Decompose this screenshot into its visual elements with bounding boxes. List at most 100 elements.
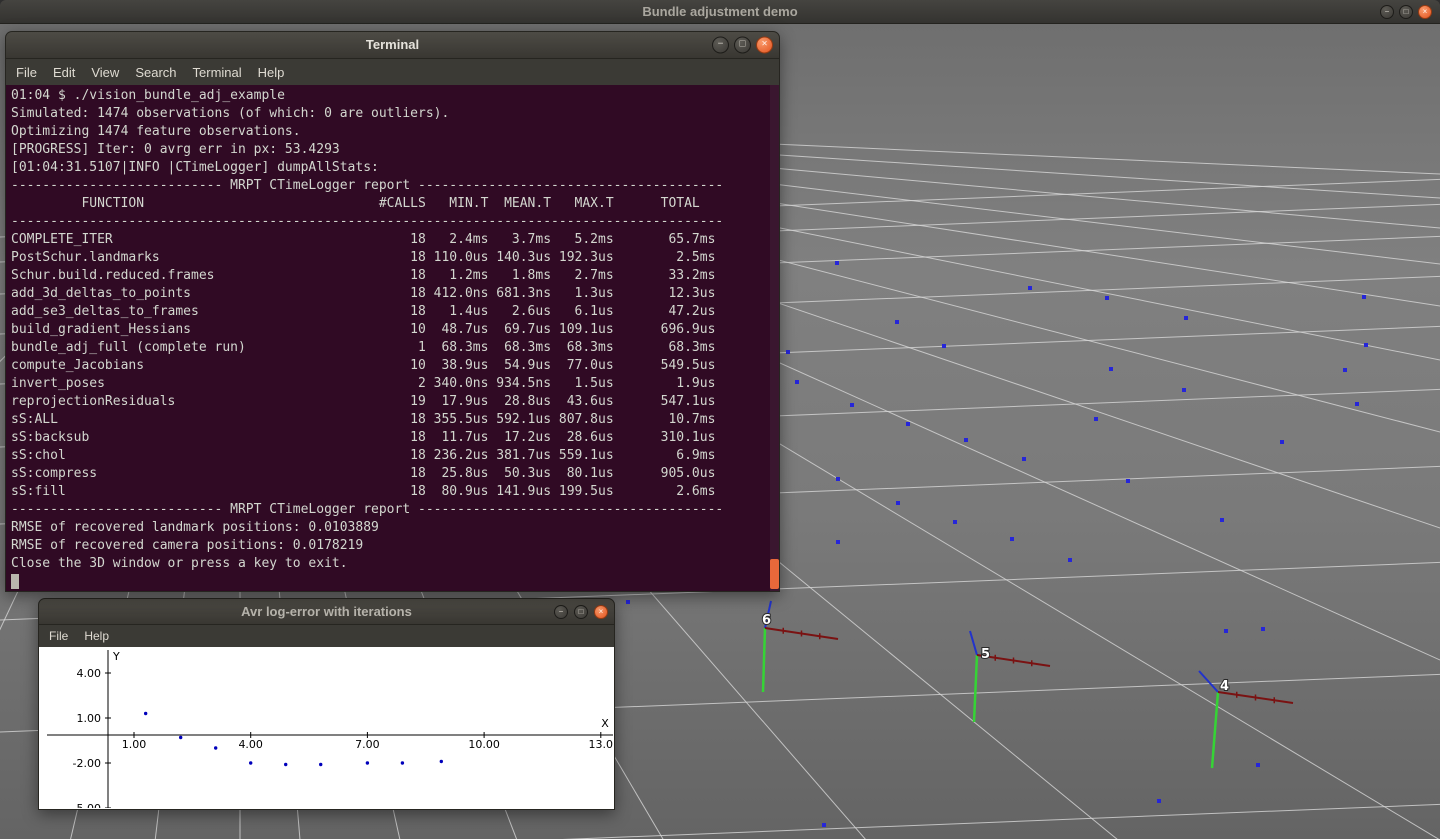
x-tick-label: 10.00 xyxy=(468,738,500,751)
y-axis-label: Y xyxy=(112,650,120,663)
landmark-point xyxy=(1157,799,1161,803)
data-point xyxy=(366,761,369,764)
landmark-point xyxy=(1182,388,1186,392)
landmark-point xyxy=(1109,367,1113,371)
data-point xyxy=(214,746,217,749)
landmark-point xyxy=(1068,558,1072,562)
menu-item-terminal[interactable]: Terminal xyxy=(185,65,250,80)
plot-title: Avr log-error with iterations xyxy=(241,604,412,619)
camera-axis-blue xyxy=(1199,671,1218,692)
terminal-titlebar[interactable]: Terminal − □ × xyxy=(5,31,780,59)
terminal-line: build_gradient_Hessians 10 48.7us 69.7us… xyxy=(11,321,779,339)
main-window: Bundle adjustment demo − □ × 654 Termina… xyxy=(0,0,1440,839)
terminal-title: Terminal xyxy=(366,37,419,52)
terminal-output: 01:04 $ ./vision_bundle_adj_exampleSimul… xyxy=(11,87,779,591)
camera-axis-green xyxy=(763,628,765,692)
minimize-icon[interactable]: − xyxy=(554,605,568,619)
plot-canvas[interactable]: 1.004.007.0010.0013.04.001.00-2.00-5.00Y… xyxy=(39,647,614,808)
landmark-point xyxy=(1220,518,1224,522)
landmark-point xyxy=(1343,368,1347,372)
landmark-point xyxy=(836,477,840,481)
x-tick-label: 13.0 xyxy=(589,738,614,751)
terminal-line: compute_Jacobians 10 38.9us 54.9us 77.0u… xyxy=(11,357,779,375)
landmark-point xyxy=(835,261,839,265)
terminal-line: --------------------------- MRPT CTimeLo… xyxy=(11,501,779,519)
landmark-point xyxy=(964,438,968,442)
landmark-point xyxy=(895,320,899,324)
landmark-point xyxy=(896,501,900,505)
data-point xyxy=(144,712,147,715)
terminal-line: sS:chol 18 236.2us 381.7us 559.1us 6.9ms xyxy=(11,447,779,465)
plot-menubar: FileHelp xyxy=(38,625,615,647)
plot-window: Avr log-error with iterations − □ × File… xyxy=(38,598,615,810)
menu-item-file[interactable]: File xyxy=(41,629,76,643)
terminal-line: COMPLETE_ITER 18 2.4ms 3.7ms 5.2ms 65.7m… xyxy=(11,231,779,249)
terminal-line: sS:fill 18 80.9us 141.9us 199.5us 2.6ms xyxy=(11,483,779,501)
y-tick-label: -5.00 xyxy=(73,802,101,808)
terminal-line: sS:backsub 18 11.7us 17.2us 28.6us 310.1… xyxy=(11,429,779,447)
y-tick-label: -2.00 xyxy=(73,757,101,770)
menu-item-help[interactable]: Help xyxy=(250,65,293,80)
minimize-icon[interactable]: − xyxy=(1380,5,1394,19)
terminal-line: [PROGRESS] Iter: 0 avrg err in px: 53.42… xyxy=(11,141,779,159)
plot-content: 1.004.007.0010.0013.04.001.00-2.00-5.00Y… xyxy=(38,647,615,810)
main-window-titlebar[interactable]: Bundle adjustment demo − □ × xyxy=(0,0,1440,24)
terminal-scrollbar[interactable] xyxy=(770,85,779,591)
close-icon[interactable]: × xyxy=(756,37,773,54)
landmark-point xyxy=(1224,629,1228,633)
landmark-point xyxy=(1364,343,1368,347)
menu-item-file[interactable]: File xyxy=(8,65,45,80)
main-window-title: Bundle adjustment demo xyxy=(642,4,797,19)
landmark-point xyxy=(786,350,790,354)
data-point xyxy=(440,760,443,763)
x-tick-label: 7.00 xyxy=(355,738,380,751)
camera-axis-blue xyxy=(970,631,977,655)
terminal-line: sS:compress 18 25.8us 50.3us 80.1us 905.… xyxy=(11,465,779,483)
landmark-point xyxy=(1362,295,1366,299)
x-tick-label: 1.00 xyxy=(122,738,147,751)
camera-frame-label: 5 xyxy=(981,647,990,662)
landmark-point xyxy=(1261,627,1265,631)
landmark-point xyxy=(1028,286,1032,290)
menu-item-help[interactable]: Help xyxy=(76,629,117,643)
minimize-icon[interactable]: − xyxy=(712,37,729,54)
terminal-scrollbar-thumb[interactable] xyxy=(770,559,779,589)
menu-item-view[interactable]: View xyxy=(83,65,127,80)
landmark-point xyxy=(1256,763,1260,767)
maximize-icon[interactable]: □ xyxy=(734,37,751,54)
terminal-line: PostSchur.landmarks 18 110.0us 140.3us 1… xyxy=(11,249,779,267)
landmark-point xyxy=(1126,479,1130,483)
landmark-point xyxy=(836,540,840,544)
terminal-window: Terminal − □ × FileEditViewSearchTermina… xyxy=(5,31,780,592)
terminal-line: ----------------------------------------… xyxy=(11,213,779,231)
terminal-line: RMSE of recovered camera positions: 0.01… xyxy=(11,537,779,555)
landmark-point xyxy=(906,422,910,426)
plot-titlebar[interactable]: Avr log-error with iterations − □ × xyxy=(38,598,615,625)
terminal-line: 01:04 $ ./vision_bundle_adj_example xyxy=(11,87,779,105)
close-icon[interactable]: × xyxy=(1418,5,1432,19)
menu-item-edit[interactable]: Edit xyxy=(45,65,83,80)
maximize-icon[interactable]: □ xyxy=(574,605,588,619)
menu-item-search[interactable]: Search xyxy=(127,65,184,80)
terminal-line: Close the 3D window or press a key to ex… xyxy=(11,555,779,573)
camera-frame-label: 4 xyxy=(1220,679,1229,694)
close-icon[interactable]: × xyxy=(594,605,608,619)
landmark-point xyxy=(822,823,826,827)
data-point xyxy=(401,761,404,764)
data-point xyxy=(284,763,287,766)
landmark-point xyxy=(1105,296,1109,300)
x-tick-label: 4.00 xyxy=(238,738,263,751)
landmark-point xyxy=(953,520,957,524)
terminal-content[interactable]: 01:04 $ ./vision_bundle_adj_exampleSimul… xyxy=(5,85,780,592)
terminal-line: reprojectionResiduals 19 17.9us 28.8us 4… xyxy=(11,393,779,411)
maximize-icon[interactable]: □ xyxy=(1399,5,1413,19)
terminal-line: Schur.build.reduced.frames 18 1.2ms 1.8m… xyxy=(11,267,779,285)
landmark-point xyxy=(1010,537,1014,541)
data-point xyxy=(179,736,182,739)
terminal-line: invert_poses 2 340.0ns 934.5ns 1.5us 1.9… xyxy=(11,375,779,393)
terminal-line: bundle_adj_full (complete run) 1 68.3ms … xyxy=(11,339,779,357)
landmark-point xyxy=(1022,457,1026,461)
terminal-line: add_se3_deltas_to_frames 18 1.4us 2.6us … xyxy=(11,303,779,321)
landmark-point xyxy=(1094,417,1098,421)
terminal-line: Simulated: 1474 observations (of which: … xyxy=(11,105,779,123)
